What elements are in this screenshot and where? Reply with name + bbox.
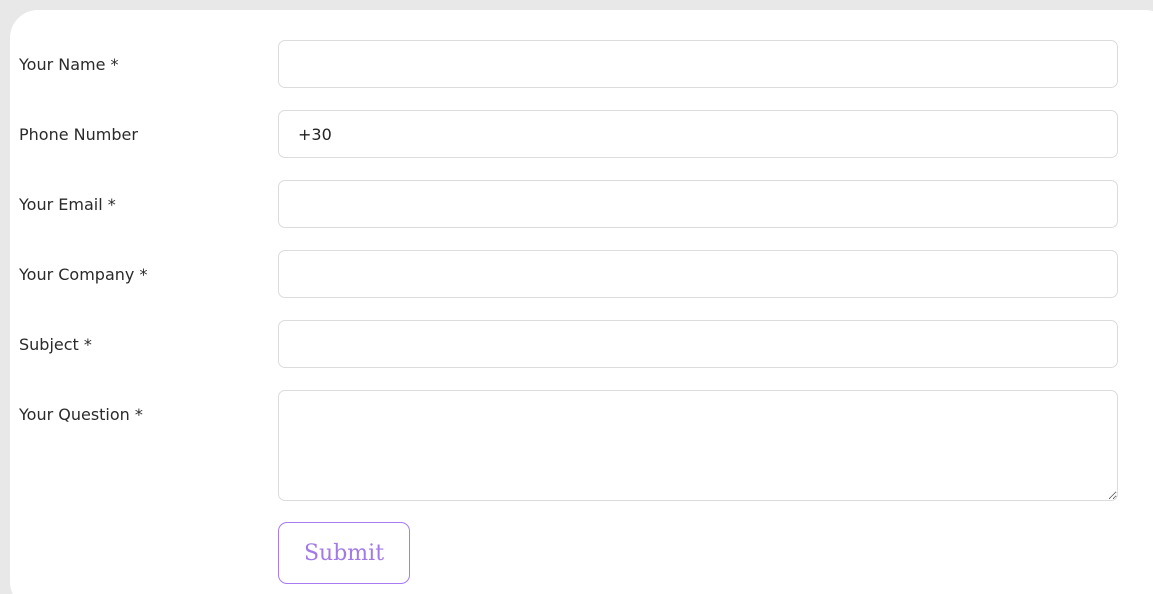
email-label: Your Email * (19, 195, 116, 214)
company-label: Your Company * (19, 265, 148, 284)
question-textarea[interactable] (278, 390, 1118, 501)
name-input[interactable] (278, 40, 1118, 88)
name-label: Your Name * (19, 55, 119, 74)
subject-label: Subject * (19, 335, 92, 354)
contact-form-card: Your Name * Phone Number Your Email * Yo… (10, 10, 1153, 594)
email-input[interactable] (278, 180, 1118, 228)
subject-input[interactable] (278, 320, 1118, 368)
question-label: Your Question * (19, 405, 143, 424)
submit-button[interactable]: Submit (278, 522, 410, 584)
phone-input[interactable] (278, 110, 1118, 158)
company-input[interactable] (278, 250, 1118, 298)
phone-label: Phone Number (19, 125, 138, 144)
